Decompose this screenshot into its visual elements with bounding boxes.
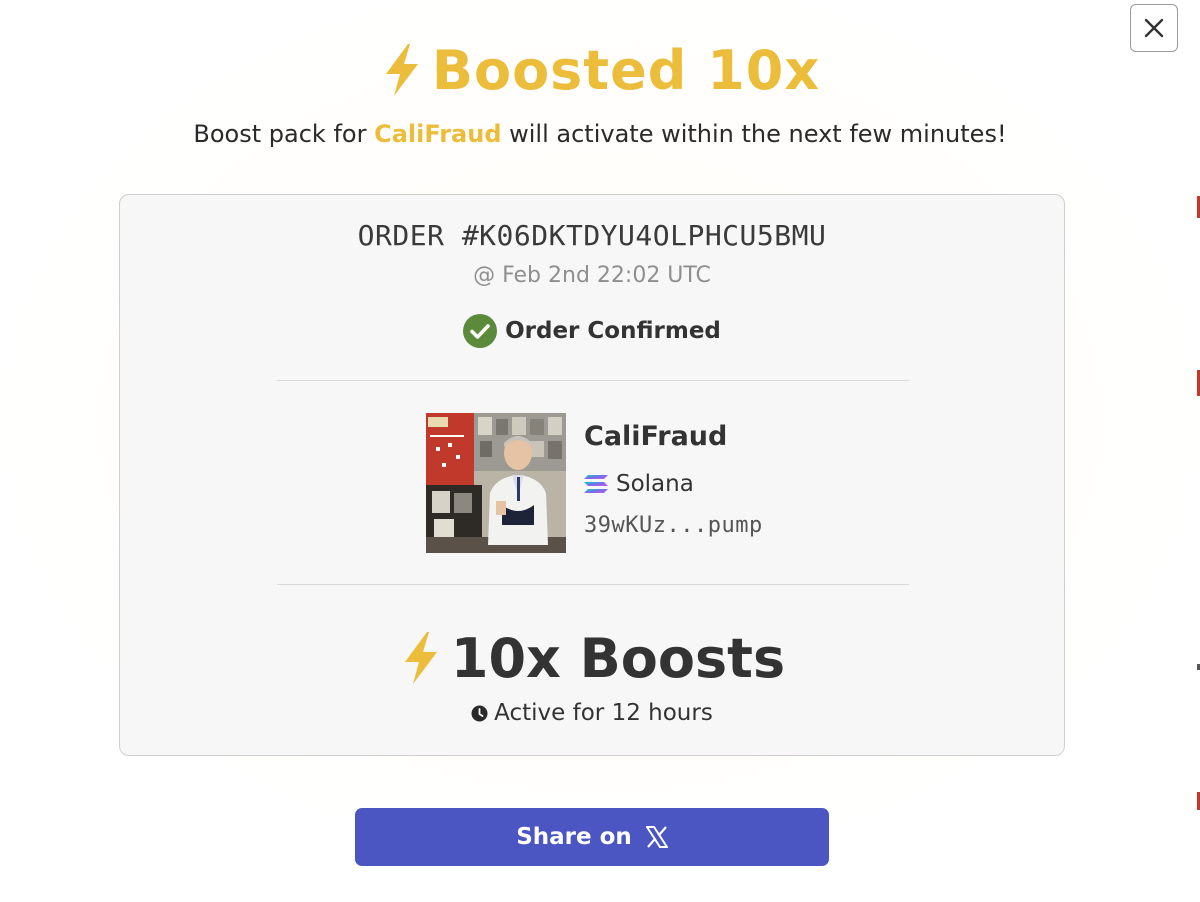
token-name: CaliFraud bbox=[584, 421, 728, 452]
lightning-bolt-icon bbox=[404, 632, 437, 684]
activation-message-suffix: will activate within the next few minute… bbox=[501, 120, 1007, 148]
boost-confirmation-modal: Boosted 10x Boost pack for CaliFraud wil… bbox=[0, 0, 1200, 902]
modal-title: Boosted 10x bbox=[0, 30, 1200, 110]
lightning-bolt-icon bbox=[385, 44, 418, 96]
boost-amount-label: 10x Boosts bbox=[450, 626, 786, 690]
token-summary: CaliFraud Solana 39wKUz...pump bbox=[426, 413, 826, 553]
boost-duration: Active for 12 hours bbox=[120, 697, 1064, 729]
activation-message: Boost pack for CaliFraud will activate w… bbox=[0, 120, 1200, 148]
boost-amount: 10x Boosts bbox=[120, 623, 1064, 693]
solana-icon bbox=[584, 475, 608, 493]
order-timestamp: @ Feb 2nd 22:02 UTC bbox=[473, 263, 711, 288]
activation-message-prefix: Boost pack for bbox=[193, 120, 375, 148]
divider bbox=[277, 584, 909, 585]
share-button-label: Share on bbox=[516, 824, 632, 850]
boost-duration-label: Active for 12 hours bbox=[494, 700, 713, 726]
check-circle-icon bbox=[463, 314, 498, 348]
order-status: Order Confirmed bbox=[120, 313, 1064, 349]
x-logo-icon bbox=[645, 826, 668, 848]
title-text: Boosted 10x bbox=[431, 38, 821, 102]
token-avatar bbox=[426, 413, 566, 553]
chain-label: Solana bbox=[616, 471, 694, 497]
activation-token-name: CaliFraud bbox=[374, 120, 502, 148]
divider bbox=[277, 380, 909, 381]
token-chain: Solana bbox=[584, 469, 694, 499]
share-on-x-button[interactable]: Share on bbox=[355, 808, 829, 866]
clock-icon bbox=[471, 705, 488, 721]
order-card: ORDER #K06DKTDYU4OLPHCU5BMU @ Feb 2nd 22… bbox=[119, 194, 1065, 756]
order-status-label: Order Confirmed bbox=[505, 318, 721, 344]
token-address[interactable]: 39wKUz...pump bbox=[584, 513, 763, 538]
order-id: ORDER #K06DKTDYU4OLPHCU5BMU bbox=[357, 219, 827, 252]
